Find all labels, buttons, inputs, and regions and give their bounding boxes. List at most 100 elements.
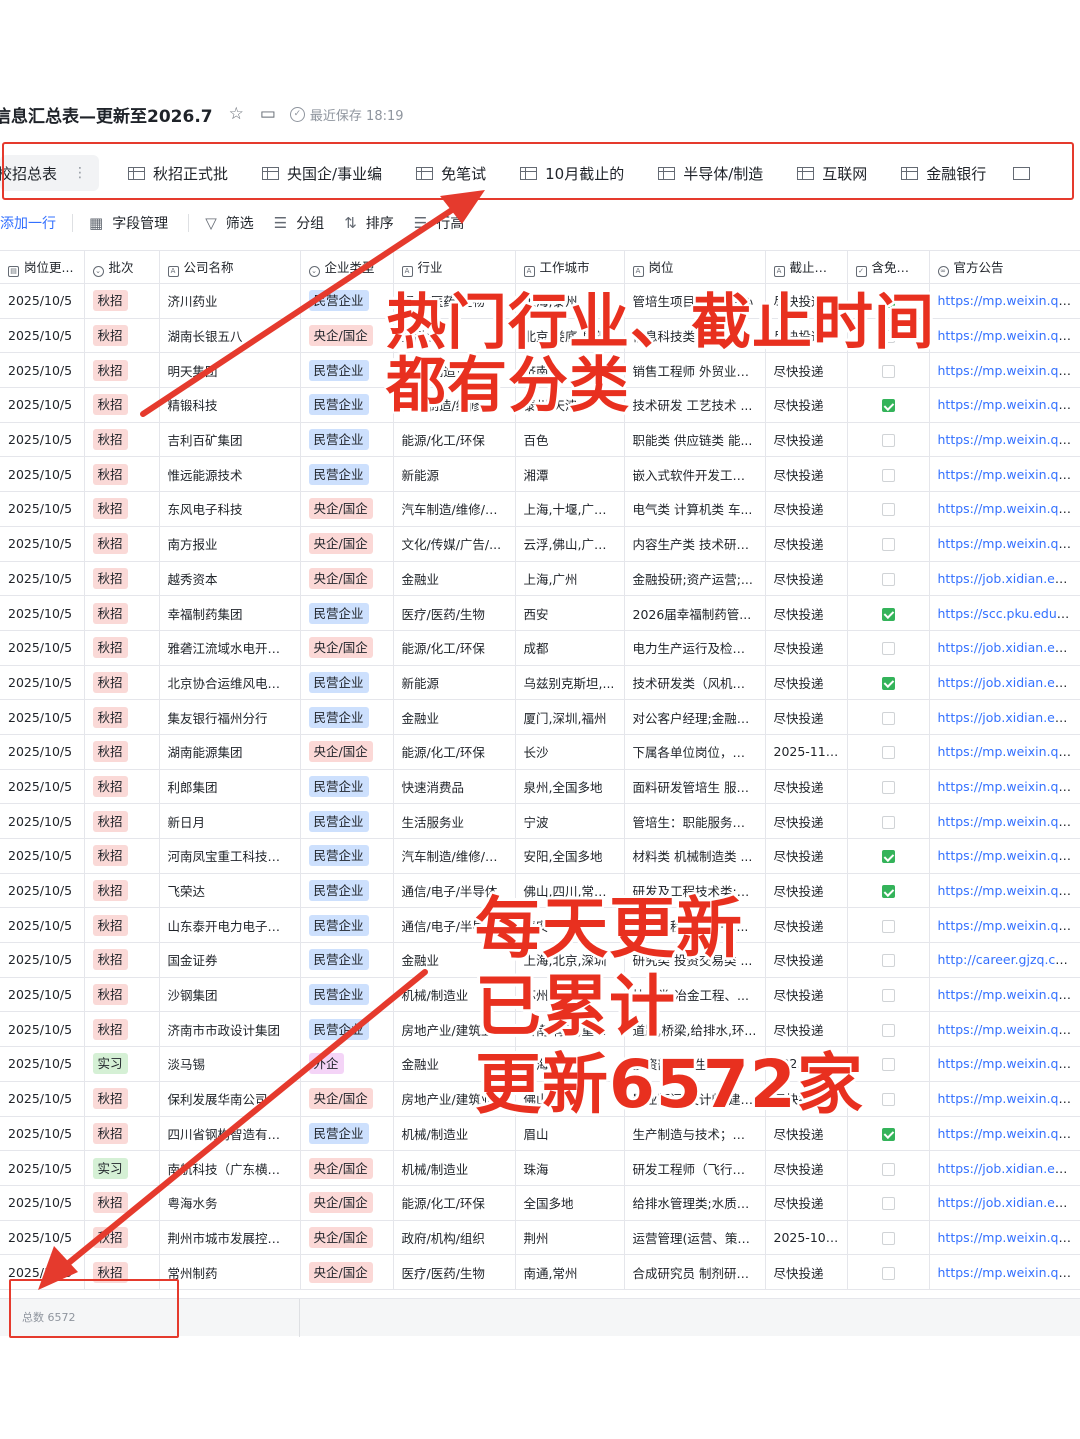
cell-announcement[interactable]: https://job.xidian.edu... [929, 630, 1080, 666]
cell-date[interactable]: 2025/10/5 [0, 526, 85, 562]
table-row[interactable]: 2025/10/5 秋招 越秀资本 央企/国企 金融业 上海,广州 金融投研;资产运营;..… [0, 561, 1080, 597]
cell-announcement[interactable]: https://mp.weixin.qq.... [929, 1081, 1080, 1117]
cell-type[interactable]: 民营企业 [300, 769, 394, 805]
cell-company[interactable]: 南方报业 [159, 526, 301, 562]
cell-company[interactable]: 荆州市城市发展控股... [159, 1220, 301, 1256]
cell-type[interactable]: 央企/国企 [300, 1254, 394, 1290]
cell-company[interactable]: 山东泰开电力电子有... [159, 907, 301, 944]
cell-date[interactable]: 2025/10/5 [0, 1081, 85, 1117]
cell-company[interactable]: 沙钢集团 [159, 977, 301, 1013]
cell-date[interactable]: 2025/10/5 [0, 491, 85, 527]
cell-city[interactable]: 乌兹别克斯坦,... [515, 665, 625, 701]
table-row[interactable]: 2025/10/5 秋招 集友银行福州分行 民营企业 金融业 厦门,深圳,福州 对公客户经理… [0, 699, 1080, 735]
cell-industry[interactable]: 政府/机构/组织 [393, 1220, 516, 1256]
field-manage-button[interactable]: ▦ 字段管理 [89, 213, 168, 233]
cell-deadline[interactable]: 尽快投递 [765, 1150, 848, 1186]
cell-batch[interactable]: 秋招 [84, 665, 160, 701]
cell-announcement[interactable]: https://mp.weixin.qq.... [929, 838, 1080, 874]
cell-company[interactable]: 集友银行福州分行 [159, 699, 301, 735]
cell-date[interactable]: 2025/10/5 [0, 630, 85, 666]
cell-company[interactable]: 粤海水务 [159, 1185, 301, 1221]
cell-type[interactable]: 央企/国企 [300, 491, 394, 527]
cell-industry[interactable]: 金融业 [393, 561, 516, 597]
table-row[interactable]: 2025/10/5 秋招 幸福制药集团 民营企业 医疗/医药/生物 西安 2026届幸福制药… [0, 595, 1080, 631]
cell-batch[interactable]: 秋招 [84, 630, 160, 666]
no-written-test-checkbox[interactable] [881, 1127, 895, 1141]
no-written-test-checkbox[interactable] [881, 919, 895, 933]
cell-industry[interactable]: 金融业 [393, 699, 516, 735]
cell-announcement[interactable]: https://mp.weixin.qq.... [929, 1046, 1080, 1082]
cell-type[interactable]: 央企/国企 [300, 734, 394, 770]
cell-free-test[interactable] [847, 1150, 930, 1186]
cell-free-test[interactable] [847, 1254, 930, 1290]
cell-company[interactable]: 常州制药 [159, 1254, 301, 1290]
cell-city[interactable]: 安阳,全国多地 [515, 838, 625, 874]
cell-company[interactable]: 惟远能源技术 [159, 456, 301, 493]
cell-date[interactable]: 2025/10/5 [0, 838, 85, 874]
cell-deadline[interactable]: 尽快投递 [765, 526, 848, 562]
column-header[interactable]: ⌄ 企业类型 [300, 250, 394, 284]
no-written-test-checkbox[interactable] [881, 642, 895, 656]
table-row[interactable]: 2025/10/5 秋招 惟远能源技术 民营企业 新能源 湘潭 嵌入式软件开发工程... 尽快… [0, 456, 1080, 493]
cell-company[interactable]: 东风电子科技 [159, 491, 301, 527]
cell-type[interactable]: 央企/国企 [300, 561, 394, 597]
cell-position[interactable]: 2026届幸福制药管... [624, 595, 766, 631]
table-row[interactable]: 2025/10/5 秋招 南方报业 央企/国企 文化/传媒/广告/... 云浮,佛山,广州… [0, 526, 1080, 562]
cell-batch[interactable]: 秋招 [84, 803, 160, 839]
cell-type[interactable]: 民营企业 [300, 1116, 394, 1152]
cell-industry[interactable]: 机械/制造业 [393, 1150, 516, 1186]
cell-deadline[interactable]: 尽快投递 [765, 838, 848, 874]
cell-batch[interactable]: 秋招 [84, 1185, 160, 1221]
table-row[interactable]: 2025/10/5 秋招 东风电子科技 央企/国企 汽车制造/维修/零... 上海,十堰,… [0, 491, 1080, 527]
cell-city[interactable]: 成都 [515, 630, 625, 666]
cell-free-test[interactable] [847, 699, 930, 735]
table-row[interactable]: 2025/10/5 秋招 荆州市城市发展控股... 央企/国企 政府/机构/组织 荆州 运营… [0, 1220, 1080, 1256]
cell-announcement[interactable]: https://job.xidian.edu... [929, 1150, 1080, 1186]
cell-batch[interactable]: 秋招 [84, 387, 160, 423]
table-row[interactable]: 2025/10/5 实习 南航科技（广东横琴... 央企/国企 机械/制造业 珠海 研发工程… [0, 1150, 1080, 1186]
cell-announcement[interactable]: https://mp.weixin.qq.... [929, 1254, 1080, 1290]
cell-type[interactable]: 央企/国企 [300, 630, 394, 666]
folder-icon[interactable]: ▭ [260, 104, 276, 124]
cell-city[interactable]: 百色 [515, 422, 625, 458]
cell-free-test[interactable] [847, 838, 930, 874]
table-row[interactable]: 2025/10/5 秋招 粤海水务 央企/国企 能源/化工/环保 全国多地 给排水管理类;水… [0, 1185, 1080, 1221]
cell-date[interactable]: 2025/10/5 [0, 977, 85, 1013]
no-written-test-checkbox[interactable] [881, 989, 895, 1003]
cell-position[interactable]: 金融投研;资产运营;... [624, 561, 766, 597]
cell-industry[interactable]: 能源/化工/环保 [393, 1185, 516, 1221]
cell-company[interactable]: 国金证券 [159, 942, 301, 978]
cell-batch[interactable]: 秋招 [84, 977, 160, 1013]
cell-industry[interactable]: 文化/传媒/广告/... [393, 526, 516, 562]
cell-position[interactable]: 运营管理(运营、策划... [624, 1220, 766, 1256]
cell-type[interactable]: 民营企业 [300, 803, 394, 839]
no-written-test-checkbox[interactable] [881, 885, 895, 899]
cell-free-test[interactable] [847, 526, 930, 562]
cell-batch[interactable]: 秋招 [84, 1116, 160, 1152]
cell-company[interactable]: 保利发展华南公司 [159, 1081, 301, 1117]
cell-date[interactable]: 2025/10/5 [0, 1116, 85, 1152]
cell-date[interactable]: 2025/10/5 [0, 1220, 85, 1256]
cell-announcement[interactable]: https://mp.weixin.qq.... [929, 734, 1080, 770]
cell-date[interactable]: 2025/10/5 [0, 907, 85, 944]
cell-type[interactable]: 民营企业 [300, 283, 394, 319]
cell-type[interactable]: 民营企业 [300, 595, 394, 631]
cell-announcement[interactable]: https://mp.weixin.qq.... [929, 491, 1080, 527]
cell-free-test[interactable] [847, 630, 930, 666]
no-written-test-checkbox[interactable] [881, 1197, 895, 1211]
cell-company[interactable]: 湖南长银五八 [159, 318, 301, 354]
cell-position[interactable]: 材料类 机械制造类 ... [624, 838, 766, 874]
cell-industry[interactable]: 医疗/医药/生物 [393, 595, 516, 631]
cell-date[interactable]: 2025/10/5 [0, 387, 85, 423]
cell-city[interactable]: 云浮,佛山,广州... [515, 526, 625, 562]
cell-company[interactable]: 利郎集团 [159, 769, 301, 805]
cell-batch[interactable]: 秋招 [84, 352, 160, 389]
cell-city[interactable]: 南通,常州 [515, 1254, 625, 1290]
cell-type[interactable]: 民营企业 [300, 907, 394, 944]
column-header[interactable]: ▤ 岗位更... [0, 250, 85, 284]
cell-date[interactable]: 2025/10/5 [0, 561, 85, 597]
no-written-test-checkbox[interactable] [881, 815, 895, 829]
cell-type[interactable]: 央企/国企 [300, 318, 394, 354]
cell-company[interactable]: 湖南能源集团 [159, 734, 301, 770]
no-written-test-checkbox[interactable] [881, 1231, 895, 1245]
